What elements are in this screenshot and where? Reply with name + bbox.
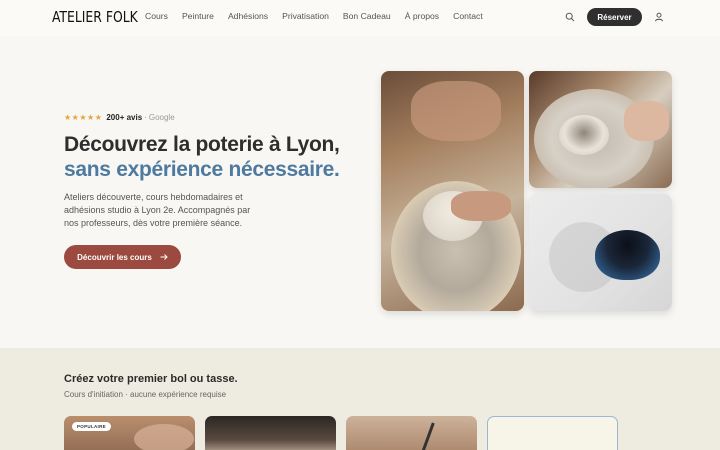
course-card[interactable]: [346, 416, 477, 450]
rating-count: 200+ avis: [106, 113, 143, 122]
course-card[interactable]: [205, 416, 336, 450]
nav-a-propos[interactable]: À propos: [405, 11, 439, 21]
hero-photo-shaping-bowl: [529, 71, 672, 188]
nav-peinture[interactable]: Peinture: [182, 11, 214, 21]
nav-bon-cadeau[interactable]: Bon Cadeau: [343, 11, 391, 21]
popular-badge: POPULAIRE: [72, 422, 111, 431]
rating-row: ★★★★★ 200+ avis · Google: [64, 113, 175, 122]
section-subtitle: Cours d'initiation · aucune expérience r…: [64, 390, 227, 399]
section-title: Créez votre premier bol ou tasse.: [64, 373, 238, 385]
rating-source: Google: [148, 113, 175, 122]
main-nav: Cours Peinture Adhésions Privatisation B…: [145, 11, 497, 21]
nav-contact[interactable]: Contact: [453, 11, 483, 21]
nav-adhesions[interactable]: Adhésions: [228, 11, 268, 21]
site-header: ATELIER FOLK Cours Peinture Adhésions Pr…: [0, 0, 720, 36]
course-card[interactable]: POPULAIRE: [64, 416, 195, 450]
hero-photo-ceramic-bowl: [529, 194, 672, 311]
nav-cours[interactable]: Cours: [145, 11, 168, 21]
brand-logo[interactable]: ATELIER FOLK: [52, 8, 138, 26]
reserve-button[interactable]: Réserver: [587, 8, 642, 26]
user-icon[interactable]: [654, 12, 664, 22]
search-icon[interactable]: [565, 12, 575, 22]
rating-separator: ·: [144, 113, 147, 122]
hero-title-line2: sans expérience nécessaire.: [64, 158, 340, 181]
star-rating-icon: ★★★★★: [64, 113, 103, 122]
nav-privatisation[interactable]: Privatisation: [282, 11, 329, 21]
course-card[interactable]: [487, 416, 618, 450]
cta-label: Découvrir les cours: [77, 252, 152, 262]
hero-description: Ateliers découverte, cours hebdomadaires…: [64, 192, 251, 228]
arrow-right-icon: [160, 254, 168, 260]
discover-courses-button[interactable]: Découvrir les cours: [64, 245, 181, 269]
hero-title-line1: Découvrez la poterie à Lyon,: [64, 133, 340, 156]
hero-photo-hands-on-wheel: [381, 71, 524, 311]
